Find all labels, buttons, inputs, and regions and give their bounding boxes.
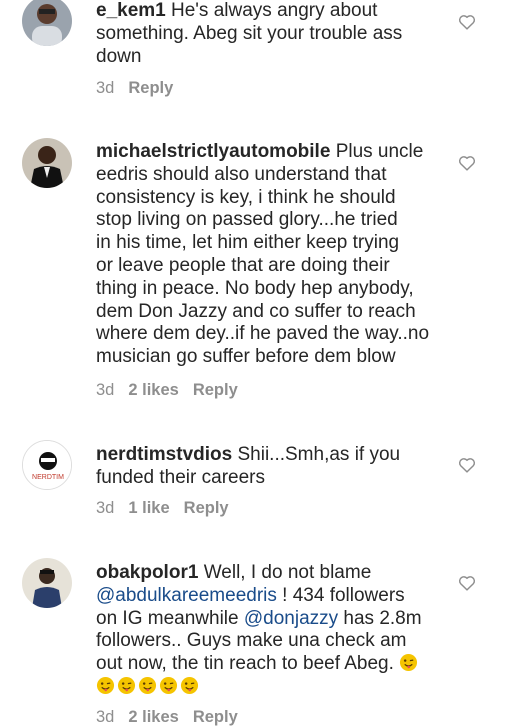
avatar[interactable]: NERDTIM xyxy=(22,440,72,490)
heart-icon[interactable] xyxy=(458,155,476,171)
comment-time: 3d xyxy=(96,708,115,726)
winking-tongue-emoji-icon xyxy=(399,653,418,672)
comment-text: Plus uncle eedris should also understand… xyxy=(96,141,430,368)
reply-button[interactable]: Reply xyxy=(128,79,173,98)
comment-username[interactable]: michaelstrictlyautomobile xyxy=(96,141,330,162)
winking-tongue-emoji-icon xyxy=(96,676,115,695)
mention-link[interactable]: @abdulkareemeedris xyxy=(96,585,277,606)
reply-button[interactable]: Reply xyxy=(193,708,238,727)
comment-time: 3d xyxy=(96,499,115,517)
comment-meta: 3d 2 likes Reply xyxy=(96,381,238,400)
comment-body: obakpolor1 Well, I do not blame @abdulka… xyxy=(96,562,451,699)
likes-count[interactable]: 1 like xyxy=(128,499,169,518)
avatar[interactable] xyxy=(22,558,72,608)
winking-tongue-emoji-icon xyxy=(159,676,178,695)
comment-body: michaelstrictlyautomobile Plus uncle eed… xyxy=(96,141,451,369)
comment-body: nerdtimstvdios Shii...Smh,as if you fund… xyxy=(96,444,451,490)
avatar[interactable] xyxy=(22,0,72,46)
comment-body: e_kem1 He's always angry about something… xyxy=(96,0,451,68)
winking-tongue-emoji-icon xyxy=(138,676,157,695)
reply-button[interactable]: Reply xyxy=(184,499,229,518)
winking-tongue-emoji-icon xyxy=(180,676,199,695)
avatar-logo-text: NERDTIM xyxy=(32,474,64,481)
comment-username[interactable]: e_kem1 xyxy=(96,0,166,21)
mention-link[interactable]: @donjazzy xyxy=(244,608,338,629)
comment-meta: 3d Reply xyxy=(96,79,173,98)
comment-username[interactable]: obakpolor1 xyxy=(96,562,198,583)
comment-time: 3d xyxy=(96,381,115,399)
avatar[interactable] xyxy=(22,138,72,188)
winking-tongue-emoji-icon xyxy=(117,676,136,695)
likes-count[interactable]: 2 likes xyxy=(128,708,178,727)
comment-text: Well, I do not blame xyxy=(203,562,372,583)
reply-button[interactable]: Reply xyxy=(193,381,238,400)
heart-icon[interactable] xyxy=(458,457,476,473)
comment-username[interactable]: nerdtimstvdios xyxy=(96,444,232,465)
likes-count[interactable]: 2 likes xyxy=(128,381,178,400)
avatar-image xyxy=(22,0,72,46)
avatar-image: NERDTIM xyxy=(23,441,71,489)
comment-time: 3d xyxy=(96,79,115,97)
heart-icon[interactable] xyxy=(458,14,476,30)
avatar-image xyxy=(22,558,72,608)
comment-meta: 3d 2 likes Reply xyxy=(96,708,238,727)
avatar-image xyxy=(22,138,72,188)
heart-icon[interactable] xyxy=(458,575,476,591)
comment-meta: 3d 1 like Reply xyxy=(96,499,229,518)
